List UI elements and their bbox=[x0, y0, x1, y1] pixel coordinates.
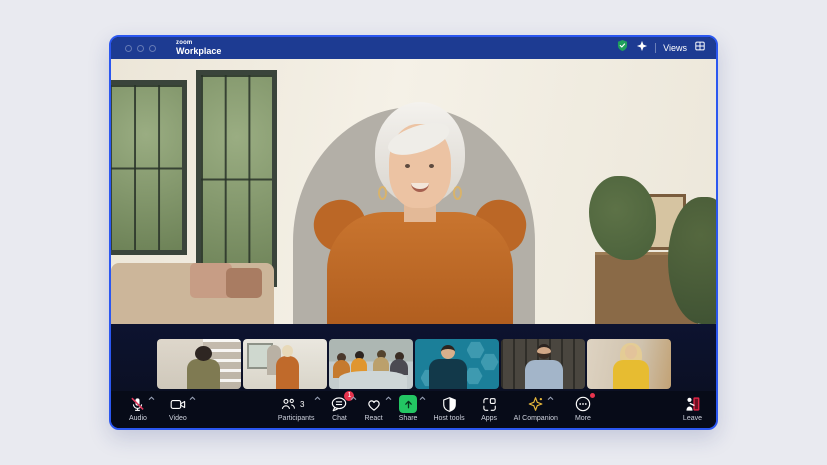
more-notification-dot bbox=[590, 393, 595, 398]
more-button[interactable]: More bbox=[574, 391, 592, 428]
chevron-icon bbox=[148, 396, 155, 401]
scene-window-left bbox=[111, 80, 187, 255]
scene-pillow bbox=[226, 268, 262, 297]
host-tools-label: Host tools bbox=[433, 415, 464, 422]
zoom-meeting-window: zoom Workplace Views bbox=[109, 35, 718, 430]
chevron-icon bbox=[419, 396, 426, 401]
ai-sparkle-icon bbox=[527, 395, 545, 413]
person-silhouette bbox=[613, 360, 649, 389]
chevron-icon bbox=[189, 396, 196, 401]
person-silhouette bbox=[276, 356, 299, 389]
titlebar: zoom Workplace Views bbox=[111, 37, 716, 59]
toolbar-left-group: Audio Video bbox=[111, 391, 187, 428]
host-tools-button[interactable]: Host tools bbox=[433, 391, 464, 428]
person-silhouette bbox=[282, 345, 293, 357]
speaker-earring bbox=[378, 186, 387, 200]
main-speaker-video[interactable] bbox=[111, 59, 716, 324]
scene-window-panes bbox=[111, 85, 182, 250]
share-button[interactable]: Share bbox=[399, 391, 418, 428]
logo-workplace-text: Workplace bbox=[176, 47, 221, 56]
chat-bubble-icon: 1 bbox=[330, 395, 348, 413]
person-silhouette bbox=[429, 359, 467, 389]
chat-label: Chat bbox=[332, 415, 347, 422]
scene-window-left2 bbox=[196, 70, 278, 287]
meeting-toolbar: Audio Video 3 Participants bbox=[111, 391, 716, 428]
toolbar-right-group: Leave bbox=[683, 391, 716, 428]
person-silhouette bbox=[187, 359, 220, 389]
speaker-torso bbox=[327, 212, 513, 324]
window-maximize-button[interactable] bbox=[149, 45, 156, 52]
thumb-conference-table bbox=[339, 371, 407, 389]
participant-video-3[interactable] bbox=[329, 339, 413, 389]
leave-label: Leave bbox=[683, 415, 702, 422]
participant-video-6[interactable] bbox=[587, 339, 671, 389]
chevron-icon bbox=[314, 396, 321, 401]
participants-icon: 3 bbox=[280, 395, 312, 413]
window-controls bbox=[125, 45, 156, 52]
views-label[interactable]: Views bbox=[663, 43, 687, 53]
share-green-box bbox=[399, 395, 417, 413]
titlebar-right-cluster: Views bbox=[616, 39, 706, 57]
apps-icon bbox=[481, 395, 498, 413]
camera-icon bbox=[169, 395, 187, 413]
participants-button[interactable]: 3 Participants bbox=[278, 391, 315, 428]
chat-button[interactable]: 1 Chat bbox=[330, 391, 348, 428]
mic-muted-icon bbox=[129, 395, 146, 413]
chevron-icon bbox=[350, 396, 357, 401]
person-silhouette bbox=[625, 345, 637, 359]
person-silhouette bbox=[373, 357, 389, 371]
share-screen-icon bbox=[399, 395, 417, 413]
titlebar-divider bbox=[655, 43, 656, 53]
ai-sparkle-icon[interactable] bbox=[636, 39, 648, 57]
person-silhouette bbox=[441, 345, 455, 359]
scene-window-panes bbox=[201, 75, 273, 282]
participants-filmstrip bbox=[111, 324, 716, 391]
participants-count: 3 bbox=[300, 400, 304, 409]
audio-label: Audio bbox=[129, 415, 147, 422]
leave-button[interactable]: Leave bbox=[683, 391, 702, 428]
window-close-button[interactable] bbox=[125, 45, 132, 52]
react-label: React bbox=[364, 415, 382, 422]
participant-video-5[interactable] bbox=[501, 339, 585, 389]
share-label: Share bbox=[399, 415, 418, 422]
views-grid-icon[interactable] bbox=[694, 39, 706, 57]
apps-button[interactable]: Apps bbox=[481, 391, 498, 428]
heart-icon bbox=[365, 395, 383, 413]
ai-companion-label: AI Companion bbox=[514, 415, 558, 422]
toolbar-center-group: 3 Participants 1 Chat React bbox=[187, 391, 683, 428]
apps-label: Apps bbox=[481, 415, 497, 422]
react-button[interactable]: React bbox=[364, 391, 382, 428]
participant-video-2[interactable] bbox=[243, 339, 327, 389]
participant-video-4[interactable] bbox=[415, 339, 499, 389]
video-label: Video bbox=[169, 415, 187, 422]
window-minimize-button[interactable] bbox=[137, 45, 144, 52]
speaker-eye bbox=[429, 164, 434, 168]
more-smiley-icon bbox=[574, 395, 592, 413]
participant-video-1[interactable] bbox=[157, 339, 241, 389]
person-silhouette bbox=[195, 346, 212, 361]
zoom-workplace-logo: zoom Workplace bbox=[176, 40, 221, 56]
chevron-icon bbox=[547, 396, 554, 401]
speaker-silhouette bbox=[300, 106, 540, 324]
shield-icon bbox=[441, 395, 458, 413]
speaker-earring bbox=[453, 186, 462, 200]
person-silhouette bbox=[525, 360, 563, 389]
video-button[interactable]: Video bbox=[169, 391, 187, 428]
audio-button[interactable]: Audio bbox=[129, 391, 147, 428]
speaker-eye bbox=[405, 164, 410, 168]
encryption-shield-icon[interactable] bbox=[616, 39, 629, 57]
leave-meeting-icon bbox=[683, 395, 702, 413]
participants-label: Participants bbox=[278, 415, 315, 422]
person-silhouette bbox=[537, 344, 551, 359]
ai-companion-button[interactable]: AI Companion bbox=[514, 391, 558, 428]
more-label: More bbox=[575, 415, 591, 422]
chevron-icon bbox=[385, 396, 392, 401]
